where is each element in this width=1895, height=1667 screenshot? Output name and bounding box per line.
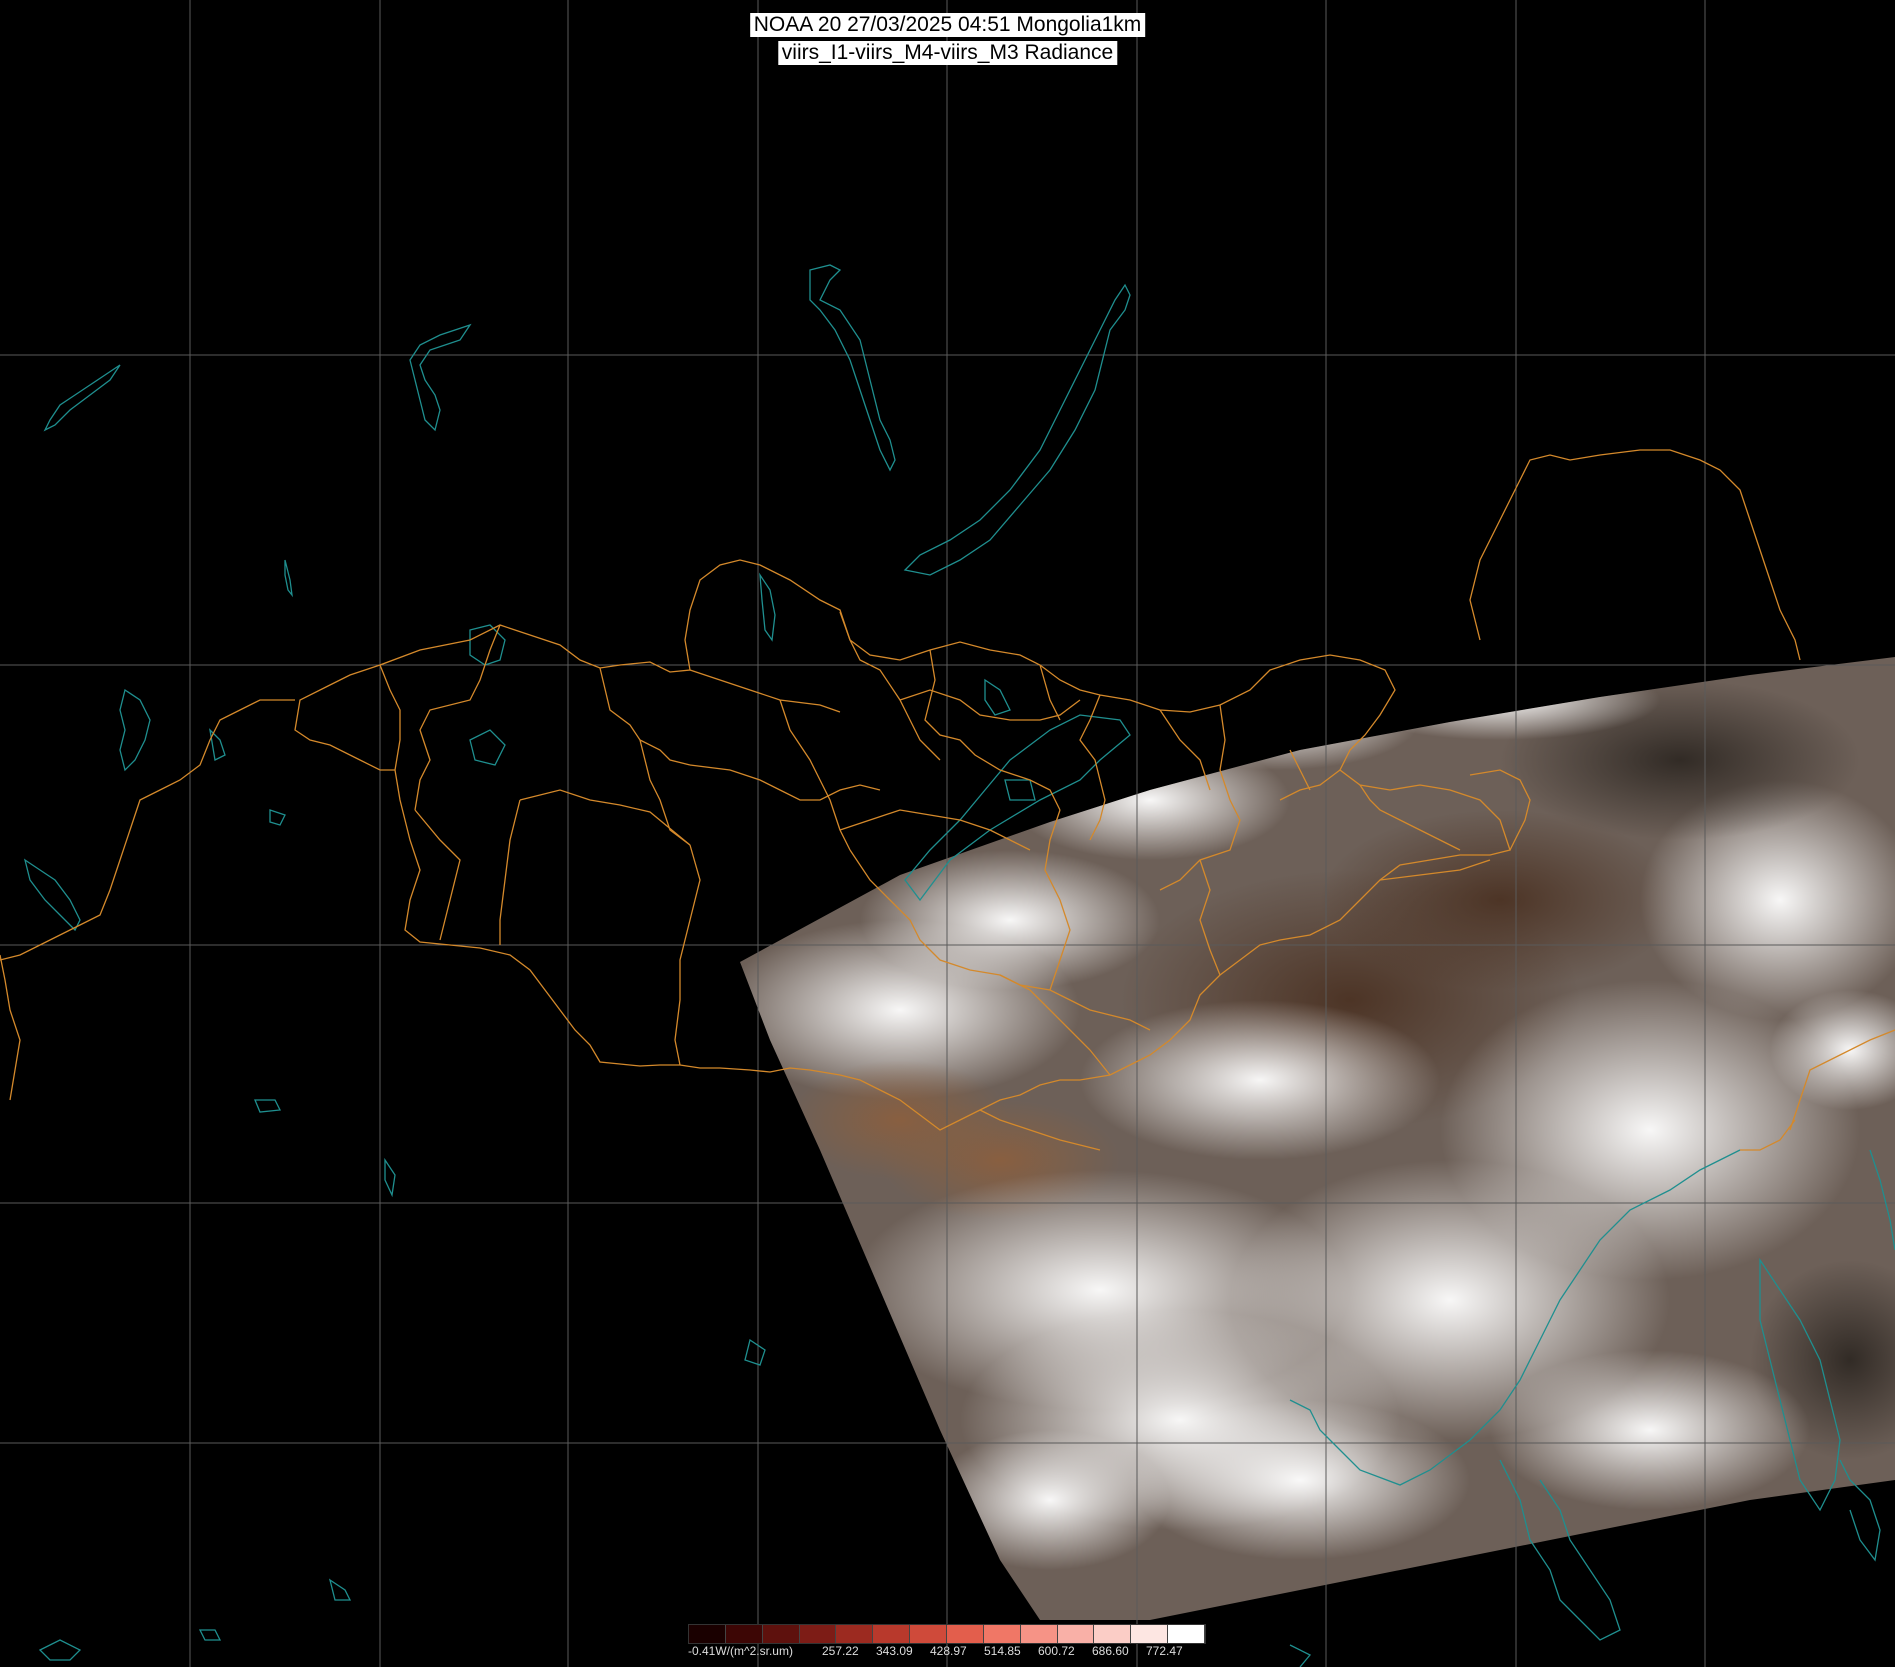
colorbar-swatch	[873, 1625, 911, 1643]
colorbar-swatch	[725, 1625, 763, 1643]
colorbar-swatch	[1094, 1625, 1132, 1643]
colorbar-swatch	[799, 1625, 837, 1643]
colorbar-tick: 514.85	[984, 1644, 1021, 1658]
colorbar	[688, 1624, 1206, 1644]
colorbar-swatch	[762, 1625, 800, 1643]
map-title-line2: viirs_I1-viirs_M4-viirs_M3 Radiance	[777, 41, 1118, 65]
colorbar-tick: 428.97	[930, 1644, 967, 1658]
satellite-map	[0, 0, 1895, 1667]
colorbar-swatch	[947, 1625, 984, 1643]
map-title-line1: NOAA 20 27/03/2025 04:51 Mongolia1km	[749, 13, 1146, 37]
colorbar-swatch	[1057, 1625, 1095, 1643]
colorbar-swatch	[1131, 1625, 1169, 1643]
colorbar-tick: 257.22	[822, 1644, 859, 1658]
colorbar-swatch	[836, 1625, 874, 1643]
colorbar-tick: 686.60	[1092, 1644, 1129, 1658]
colorbar-swatch	[1020, 1625, 1058, 1643]
colorbar-legend: -0.41W/(m^2.sr.um) 257.22 343.09 428.97 …	[688, 1624, 1206, 1664]
colorbar-tick: 600.72	[1038, 1644, 1075, 1658]
colorbar-swatch	[689, 1625, 726, 1643]
colorbar-unit-label: -0.41W/(m^2.sr.um)	[688, 1644, 793, 1658]
colorbar-labels: -0.41W/(m^2.sr.um) 257.22 343.09 428.97 …	[688, 1644, 1204, 1660]
colorbar-tick: 343.09	[876, 1644, 913, 1658]
colorbar-swatch	[1168, 1625, 1206, 1643]
colorbar-tick: 772.47	[1146, 1644, 1183, 1658]
colorbar-swatch	[910, 1625, 948, 1643]
colorbar-swatch	[983, 1625, 1021, 1643]
